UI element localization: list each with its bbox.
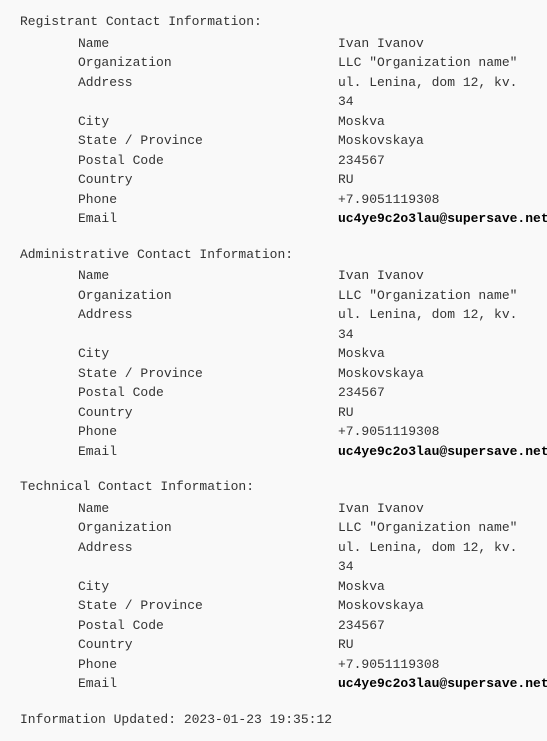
field-value: LLC "Organization name": [338, 53, 517, 73]
field-row: Postal Code234567: [78, 616, 527, 636]
field-label: Address: [78, 73, 338, 112]
field-value: Moskva: [338, 577, 385, 597]
field-label: Country: [78, 170, 338, 190]
field-row: OrganizationLLC "Organization name": [78, 53, 527, 73]
field-value: LLC "Organization name": [338, 518, 517, 538]
field-row: CountryRU: [78, 170, 527, 190]
contact-section-2: Technical Contact Information:NameIvan I…: [20, 477, 527, 694]
field-label: Phone: [78, 190, 338, 210]
field-value-email: uc4ye9c2o3lau@supersave.net: [338, 674, 547, 694]
field-value: 234567: [338, 616, 385, 636]
contact-section-1: Administrative Contact Information:NameI…: [20, 245, 527, 462]
field-value: Moskva: [338, 344, 385, 364]
field-label: Email: [78, 674, 338, 694]
field-row: NameIvan Ivanov: [78, 499, 527, 519]
field-row: Phone+7.9051119308: [78, 190, 527, 210]
field-row: Emailuc4ye9c2o3lau@supersave.net: [78, 442, 527, 462]
information-updated: Information Updated: 2023-01-23 19:35:12: [20, 710, 527, 730]
field-value: Ivan Ivanov: [338, 34, 424, 54]
field-row: Phone+7.9051119308: [78, 655, 527, 675]
field-value: Moskva: [338, 112, 385, 132]
field-value: Ivan Ivanov: [338, 499, 424, 519]
field-row: CountryRU: [78, 403, 527, 423]
section-title: Technical Contact Information:: [20, 477, 527, 497]
field-label: Name: [78, 34, 338, 54]
field-row: Postal Code234567: [78, 383, 527, 403]
field-label: City: [78, 577, 338, 597]
field-value: ul. Lenina, dom 12, kv. 34: [338, 73, 527, 112]
field-label: Organization: [78, 518, 338, 538]
field-label: Organization: [78, 286, 338, 306]
field-value: ul. Lenina, dom 12, kv. 34: [338, 305, 527, 344]
field-label: Organization: [78, 53, 338, 73]
field-value: Moskovskaya: [338, 131, 424, 151]
field-value: RU: [338, 403, 354, 423]
field-value: Moskovskaya: [338, 364, 424, 384]
field-row: CityMoskva: [78, 344, 527, 364]
field-value: +7.9051119308: [338, 422, 439, 442]
field-row: OrganizationLLC "Organization name": [78, 286, 527, 306]
field-value: +7.9051119308: [338, 655, 439, 675]
field-row: State / ProvinceMoskovskaya: [78, 364, 527, 384]
field-value: Ivan Ivanov: [338, 266, 424, 286]
field-label: Postal Code: [78, 151, 338, 171]
field-row: Emailuc4ye9c2o3lau@supersave.net: [78, 674, 527, 694]
section-title: Administrative Contact Information:: [20, 245, 527, 265]
field-row: CityMoskva: [78, 112, 527, 132]
field-label: Country: [78, 635, 338, 655]
field-label: Name: [78, 266, 338, 286]
field-label: Email: [78, 442, 338, 462]
field-label: State / Province: [78, 131, 338, 151]
field-row: State / ProvinceMoskovskaya: [78, 131, 527, 151]
field-value: RU: [338, 170, 354, 190]
field-value: LLC "Organization name": [338, 286, 517, 306]
field-label: Postal Code: [78, 383, 338, 403]
field-row: Addressul. Lenina, dom 12, kv. 34: [78, 538, 527, 577]
field-row: Addressul. Lenina, dom 12, kv. 34: [78, 73, 527, 112]
section-title: Registrant Contact Information:: [20, 12, 527, 32]
field-value: ul. Lenina, dom 12, kv. 34: [338, 538, 527, 577]
field-label: Postal Code: [78, 616, 338, 636]
field-row: OrganizationLLC "Organization name": [78, 518, 527, 538]
field-row: NameIvan Ivanov: [78, 34, 527, 54]
field-value: +7.9051119308: [338, 190, 439, 210]
field-label: Email: [78, 209, 338, 229]
field-label: City: [78, 344, 338, 364]
field-label: Address: [78, 305, 338, 344]
field-row: Phone+7.9051119308: [78, 422, 527, 442]
field-value: Moskovskaya: [338, 596, 424, 616]
field-value: 234567: [338, 151, 385, 171]
field-row: Postal Code234567: [78, 151, 527, 171]
field-value: RU: [338, 635, 354, 655]
field-row: Addressul. Lenina, dom 12, kv. 34: [78, 305, 527, 344]
field-row: State / ProvinceMoskovskaya: [78, 596, 527, 616]
field-value: 234567: [338, 383, 385, 403]
field-label: Phone: [78, 655, 338, 675]
field-row: Emailuc4ye9c2o3lau@supersave.net: [78, 209, 527, 229]
field-label: State / Province: [78, 364, 338, 384]
field-label: City: [78, 112, 338, 132]
field-row: NameIvan Ivanov: [78, 266, 527, 286]
field-label: State / Province: [78, 596, 338, 616]
field-value-email: uc4ye9c2o3lau@supersave.net: [338, 442, 547, 462]
field-label: Name: [78, 499, 338, 519]
contact-section-0: Registrant Contact Information:NameIvan …: [20, 12, 527, 229]
field-row: CountryRU: [78, 635, 527, 655]
field-label: Country: [78, 403, 338, 423]
field-row: CityMoskva: [78, 577, 527, 597]
field-label: Phone: [78, 422, 338, 442]
field-value-email: uc4ye9c2o3lau@supersave.net: [338, 209, 547, 229]
field-label: Address: [78, 538, 338, 577]
